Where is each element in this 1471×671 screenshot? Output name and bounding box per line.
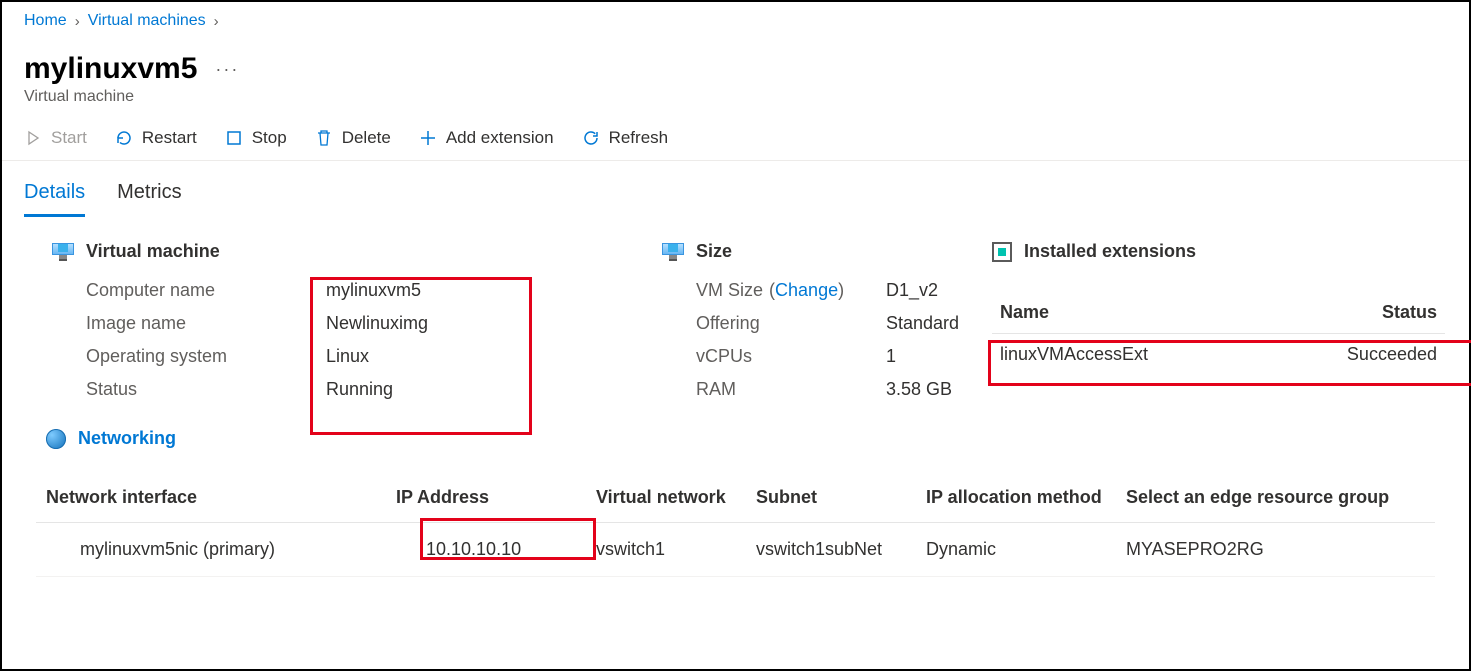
col-edge: Select an edge resource group — [1116, 473, 1435, 523]
image-name-label: Image name — [86, 313, 326, 334]
col-vnet: Virtual network — [586, 473, 746, 523]
chevron-right-icon: › — [75, 13, 80, 30]
refresh-icon — [582, 129, 600, 147]
status-label: Status — [86, 379, 326, 400]
restart-label: Restart — [142, 128, 197, 148]
breadcrumb-home[interactable]: Home — [24, 12, 67, 30]
offering-value: Standard — [886, 313, 962, 334]
size-section: Size VM Size (Change) D1_v2 Offering Sta… — [662, 241, 962, 400]
delete-button[interactable]: Delete — [315, 128, 391, 148]
extension-row[interactable]: linuxVMAccessExt Succeeded — [992, 334, 1445, 375]
extensions-section: Installed extensions Name Status linuxVM… — [992, 241, 1445, 375]
computer-name-label: Computer name — [86, 280, 326, 301]
virtual-machine-section: Virtual machine Computer name mylinuxvm5… — [52, 241, 632, 400]
ext-col-status: Status — [1382, 302, 1437, 323]
ram-value: 3.58 GB — [886, 379, 962, 400]
globe-icon — [46, 429, 66, 449]
tab-metrics[interactable]: Metrics — [117, 181, 181, 217]
trash-icon — [315, 129, 333, 147]
breadcrumb-virtual-machines[interactable]: Virtual machines — [88, 12, 206, 30]
plus-icon — [419, 129, 437, 147]
vm-size-label: VM Size (Change) — [696, 280, 886, 301]
restart-button[interactable]: Restart — [115, 128, 197, 148]
more-actions-button[interactable]: ··· — [215, 59, 239, 80]
networking-section: Networking Network interface IP Address … — [46, 428, 1445, 577]
extension-name: linuxVMAccessExt — [1000, 344, 1347, 365]
chevron-right-icon: › — [214, 13, 219, 30]
os-label: Operating system — [86, 346, 326, 367]
play-icon — [24, 129, 42, 147]
vm-size-value: D1_v2 — [886, 280, 962, 301]
networking-header: Networking — [78, 428, 176, 449]
stop-button[interactable]: Stop — [225, 128, 287, 148]
refresh-label: Refresh — [609, 128, 669, 148]
size-header: Size — [696, 241, 732, 262]
net-row[interactable]: mylinuxvm5nic (primary) 10.10.10.10 vswi… — [36, 523, 1435, 577]
vm-icon — [662, 243, 684, 261]
vm-icon — [52, 243, 74, 261]
add-extension-button[interactable]: Add extension — [419, 128, 554, 148]
alloc-value: Dynamic — [916, 523, 1116, 577]
ext-col-name: Name — [1000, 302, 1382, 323]
nic-value: mylinuxvm5nic (primary) — [36, 523, 386, 577]
ram-label: RAM — [696, 379, 886, 400]
start-label: Start — [51, 128, 87, 148]
vm-header: Virtual machine — [86, 241, 220, 262]
add-extension-label: Add extension — [446, 128, 554, 148]
net-header-row: Network interface IP Address Virtual net… — [36, 473, 1435, 523]
image-name-value: Newlinuximg — [326, 313, 632, 334]
page-title: mylinuxvm5 — [24, 52, 197, 86]
extensions-header: Installed extensions — [1024, 241, 1196, 262]
start-button: Start — [24, 128, 87, 148]
command-bar: Start Restart Stop Delete Add extension … — [2, 122, 1469, 161]
ip-value: 10.10.10.10 — [386, 523, 586, 577]
tab-details[interactable]: Details — [24, 181, 85, 217]
col-alloc: IP allocation method — [916, 473, 1116, 523]
vcpus-value: 1 — [886, 346, 962, 367]
col-nic: Network interface — [36, 473, 386, 523]
os-value: Linux — [326, 346, 632, 367]
col-ip: IP Address — [386, 473, 586, 523]
breadcrumb: Home › Virtual machines › — [2, 6, 1469, 38]
refresh-button[interactable]: Refresh — [582, 128, 669, 148]
stop-icon — [225, 129, 243, 147]
subnet-value: vswitch1subNet — [746, 523, 916, 577]
offering-label: Offering — [696, 313, 886, 334]
computer-name-value: mylinuxvm5 — [326, 280, 632, 301]
edge-value: MYASEPRO2RG — [1116, 523, 1435, 577]
col-subnet: Subnet — [746, 473, 916, 523]
vcpus-label: vCPUs — [696, 346, 886, 367]
networking-link[interactable]: Networking — [46, 428, 1445, 449]
page-subtitle: Virtual machine — [2, 86, 1469, 122]
tab-bar: Details Metrics — [2, 161, 1469, 217]
vnet-value: vswitch1 — [586, 523, 746, 577]
stop-label: Stop — [252, 128, 287, 148]
status-value: Running — [326, 379, 632, 400]
extensions-icon — [992, 242, 1012, 262]
extension-status: Succeeded — [1347, 344, 1437, 365]
restart-icon — [115, 129, 133, 147]
delete-label: Delete — [342, 128, 391, 148]
change-size-link[interactable]: Change — [775, 280, 838, 300]
